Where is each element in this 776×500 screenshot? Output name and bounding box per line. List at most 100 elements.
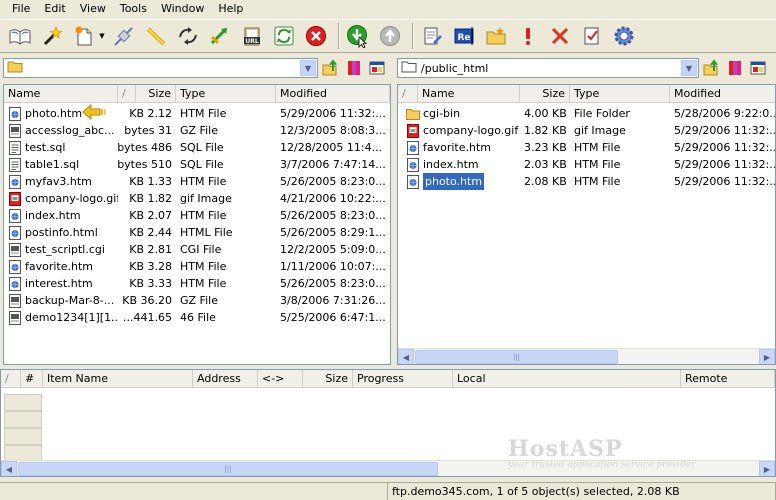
table-row[interactable]: myfav3.htm 1.33 KB HTM File 5/26/2005 8:23:… [4, 173, 390, 190]
connect-plug-icon[interactable] [110, 22, 138, 50]
file-size: 1.33 KB [129, 175, 172, 188]
column-address[interactable]: Address [193, 370, 258, 388]
column-remote[interactable]: Remote [681, 370, 775, 388]
column-size[interactable]: Size [303, 370, 353, 388]
table-row[interactable]: cgi-bin 4.00 KB File Folder 5/28/2006 9:22:… [398, 105, 775, 122]
column-type[interactable]: Type [176, 85, 276, 103]
magic-wand-icon[interactable] [38, 22, 66, 50]
edit-document-icon[interactable] [418, 22, 446, 50]
file-icon [9, 242, 21, 257]
bookmarks-icon[interactable] [344, 58, 364, 78]
column-item-name[interactable]: Item Name [43, 370, 193, 388]
column-type[interactable]: Type [570, 85, 670, 103]
remote-file-list[interactable]: / Name Size Type Modified cgi-bin 4.00 KB… [397, 84, 776, 365]
table-row[interactable]: test_scriptl.cgi 2.81 KB CGI File 12/2/2005… [4, 241, 390, 258]
up-folder-icon[interactable] [702, 58, 722, 78]
file-modified: 5/29/2006 11:32:... [674, 158, 775, 171]
menu-file[interactable]: File [6, 0, 36, 18]
table-row[interactable]: photo.htm 2.08 KB HTM File 5/29/2006 11:32:… [398, 173, 775, 190]
column-sort[interactable]: / [398, 85, 418, 103]
remote-horizontal-scrollbar[interactable]: ◀ ||| ▶ [398, 348, 775, 364]
menu-help[interactable]: Help [212, 0, 249, 18]
local-file-list[interactable]: Name / Size Type Modified photo.htm 2.12 … [3, 84, 391, 365]
column-name[interactable]: Name [4, 85, 118, 103]
scroll-left-icon[interactable]: ◀ [398, 349, 414, 364]
settings-gear-icon[interactable] [610, 22, 638, 50]
file-name-cell: cgi-bin [398, 105, 520, 122]
rename-icon[interactable]: Re [450, 22, 478, 50]
menu-window[interactable]: Window [155, 0, 210, 18]
column-sort[interactable]: / [1, 370, 21, 388]
scroll-right-icon[interactable]: ▶ [759, 349, 775, 364]
up-folder-icon[interactable] [321, 58, 341, 78]
table-row[interactable]: photo.htm 2.12 KB HTM File 5/29/2006 11:32:… [4, 105, 390, 122]
exclamation-icon[interactable] [514, 22, 542, 50]
column-modified[interactable]: Modified [276, 85, 390, 103]
table-row[interactable]: favorite.htm 3.28 KB HTM File 1/11/2006 10:… [4, 258, 390, 275]
file-name: company-logo.gif [423, 124, 519, 137]
table-row[interactable]: index.htm 2.03 KB HTM File 5/29/2006 11:32:… [398, 156, 775, 173]
chevron-down-icon[interactable]: ▼ [681, 60, 697, 76]
queue-row-header [4, 428, 42, 445]
file-type: GZ File [180, 124, 218, 137]
file-name-cell: backup-Mar-8-... [4, 292, 118, 309]
column-size[interactable]: Size [520, 85, 570, 103]
table-row[interactable]: test.sql 486 bytes SQL File 12/28/2005 11:4… [4, 139, 390, 156]
menu-edit[interactable]: Edit [38, 0, 71, 18]
properties-check-icon[interactable] [578, 22, 606, 50]
column-number[interactable]: # [21, 370, 43, 388]
new-folder-icon[interactable] [482, 22, 510, 50]
column-direction[interactable]: <-> [258, 370, 303, 388]
column-name[interactable]: Name [418, 85, 520, 103]
remote-path-combo[interactable]: /public_html ▼ [397, 58, 699, 78]
column-modified[interactable]: Modified [670, 85, 775, 103]
table-row[interactable]: interest.htm 3.33 KB HTM File 5/26/2005 8:2… [4, 275, 390, 292]
table-row[interactable]: company-logo.gif 1.82 KB gif Image 5/29/200… [398, 122, 775, 139]
url-clipboard-icon[interactable]: URL [238, 22, 266, 50]
file-name: postinfo.html [25, 226, 98, 239]
explorer-icon[interactable] [367, 58, 387, 78]
menu-view[interactable]: View [74, 0, 112, 18]
table-row[interactable]: favorite.htm 3.23 KB HTM File 5/29/2006 11:… [398, 139, 775, 156]
file-modified: 5/29/2006 11:32:... [674, 141, 775, 154]
delete-icon[interactable] [546, 22, 574, 50]
file-icon [9, 123, 21, 138]
scroll-thumb[interactable]: ||| [18, 462, 438, 476]
table-row[interactable]: index.htm 2.07 KB HTM File 5/26/2005 8:23:0… [4, 207, 390, 224]
upload-icon[interactable] [376, 22, 404, 50]
file-name: photo.htm [423, 173, 485, 190]
bookmark-arrow-icon[interactable] [206, 22, 234, 50]
refresh-icon[interactable] [270, 22, 298, 50]
file-name-cell: favorite.htm [4, 258, 118, 275]
file-size: 31 bytes [124, 124, 172, 137]
column-sort[interactable]: / [118, 85, 136, 103]
column-size[interactable]: Size [136, 85, 176, 103]
menu-tools[interactable]: Tools [114, 0, 153, 18]
chevron-down-icon[interactable]: ▼ [300, 60, 316, 76]
table-row[interactable]: table1.sql 510 bytes SQL File 3/7/2006 7:47… [4, 156, 390, 173]
file-size: 2.08 KB [524, 175, 567, 188]
table-row[interactable]: demo1234[1][1... 441.65... 46 File 5/25/200… [4, 309, 390, 326]
open-book-icon[interactable] [6, 22, 34, 50]
bookmarks-icon[interactable] [725, 58, 745, 78]
file-name: myfav3.htm [25, 175, 92, 188]
download-icon[interactable] [344, 22, 372, 50]
local-path-combo[interactable]: ▼ [3, 58, 318, 78]
scroll-left-icon[interactable]: ◀ [1, 461, 17, 476]
column-progress[interactable]: Progress [353, 370, 453, 388]
new-dropdown-arrow-icon[interactable]: ▼ [98, 22, 106, 50]
table-row[interactable]: accesslog_abc... 31 bytes GZ File 12/3/2005… [4, 122, 390, 139]
scroll-thumb[interactable]: ||| [415, 350, 618, 364]
table-row[interactable]: company-logo.gif 1.82 KB gif Image 4/21/200… [4, 190, 390, 207]
file-size: 1.82 KB [524, 124, 567, 137]
table-row[interactable]: backup-Mar-8-... 36.20 KB GZ File 3/8/2006 … [4, 292, 390, 309]
reconnect-icon[interactable] [174, 22, 202, 50]
explorer-icon[interactable] [748, 58, 768, 78]
scroll-right-icon[interactable]: ▶ [759, 461, 775, 476]
stop-icon[interactable] [302, 22, 330, 50]
new-document-icon[interactable] [70, 22, 98, 50]
table-row[interactable]: postinfo.html 2.44 KB HTML File 5/26/2005 8… [4, 224, 390, 241]
column-local[interactable]: Local [453, 370, 681, 388]
file-modified: 5/29/2006 11:32:... [674, 175, 775, 188]
disconnect-icon[interactable] [142, 22, 170, 50]
